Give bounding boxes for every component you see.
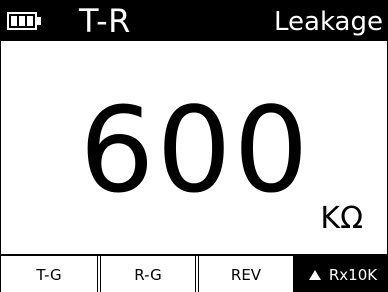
softkey-bar: T-G R-G REV Rx10K — [1, 254, 388, 292]
softkey-label: T-G — [36, 265, 62, 284]
softkey-label: Rx10K — [328, 265, 378, 284]
status-bar: T-R Leakage — [1, 1, 388, 41]
reading-unit: KΩ — [320, 201, 363, 236]
battery-full-icon — [7, 12, 41, 30]
meter-screen: T-R Leakage 600 KΩ T-G R-G REV Rx10K — [0, 0, 388, 292]
test-mode-label: T-R — [79, 2, 131, 40]
softkey-label: REV — [230, 265, 262, 284]
reading-area: 600 KΩ — [1, 41, 388, 254]
test-type-label: Leakage — [274, 7, 383, 37]
triangle-up-icon — [308, 269, 321, 280]
reading-value: 600 — [79, 81, 311, 219]
softkey-t-g[interactable]: T-G — [1, 256, 97, 292]
softkey-rev[interactable]: REV — [195, 256, 293, 292]
softkey-rx10k[interactable]: Rx10K — [293, 256, 388, 292]
softkey-r-g[interactable]: R-G — [97, 256, 195, 292]
softkey-label: R-G — [134, 265, 162, 284]
